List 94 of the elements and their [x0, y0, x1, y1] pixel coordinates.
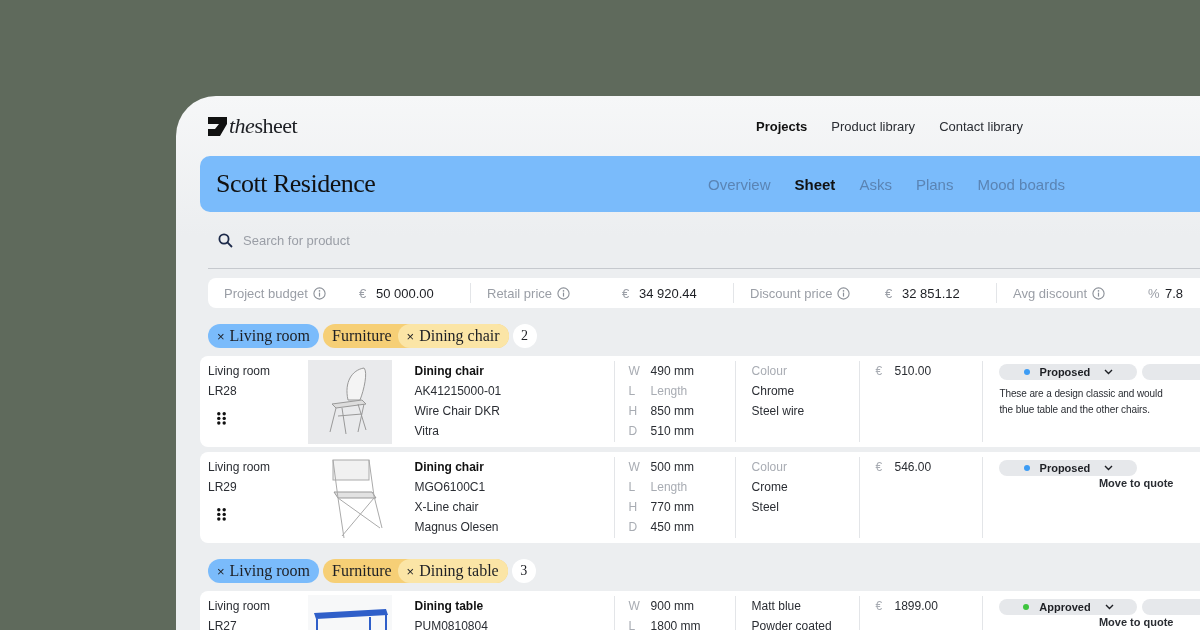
unit-symbol: % — [1148, 285, 1161, 301]
type-filter-chip[interactable]: × Dining chair — [397, 324, 509, 348]
info-icon[interactable] — [1092, 286, 1106, 300]
location-code: LR29 — [208, 479, 238, 496]
category-label: Furniture — [332, 562, 392, 580]
dimension-label: L — [628, 383, 637, 400]
note-text: These are a design classic and would the blue table and the other chairs. — [999, 387, 1164, 417]
chevron-icon — [1104, 604, 1114, 610]
product-brand: Magnus Olesen — [414, 519, 499, 536]
nav-link[interactable]: Contact library — [939, 118, 1023, 134]
price-value: 546.00 — [894, 459, 932, 476]
info-icon[interactable] — [312, 286, 326, 300]
status-dropdown[interactable]: Proposed — [999, 460, 1138, 476]
status-dropdown[interactable]: Proposed — [999, 364, 1138, 380]
product-brand: Vitra — [414, 423, 439, 440]
unit-symbol: € — [622, 285, 631, 301]
finish-text: Crome — [751, 479, 788, 496]
location-text: Living room — [208, 598, 272, 615]
dimension-value: 490 mm — [650, 363, 694, 380]
finish-text: Colour — [751, 363, 787, 380]
product-name: Dining table — [414, 598, 484, 615]
dimension-value: Length — [650, 383, 688, 400]
summary-value: 32 851.12 — [902, 285, 960, 301]
summary-value: 7.8 — [1165, 285, 1184, 301]
category-label: Furniture — [332, 327, 392, 345]
dimension-label: D — [628, 519, 639, 536]
dimension-label: L — [628, 479, 637, 496]
unit-symbol: € — [359, 285, 368, 301]
price-value: 510.00 — [894, 363, 932, 380]
move-to-quote-link[interactable]: Move to quote — [999, 616, 1174, 629]
finish-text: Matt blue — [751, 598, 801, 615]
count-badge: 3 — [511, 559, 536, 583]
info-icon[interactable] — [837, 286, 851, 300]
dimension-value: 450 mm — [650, 519, 694, 536]
summary-label: Project budget — [224, 285, 308, 301]
search-icon — [218, 232, 233, 248]
finish-text: Colour — [751, 459, 787, 476]
project-title: Scott Residence — [215, 169, 377, 199]
room-filter-chip[interactable]: × Living room — [208, 324, 320, 348]
search-field[interactable]: Search for product — [241, 231, 545, 249]
summary-label: Retail price — [487, 285, 553, 301]
finish-text: Steel — [751, 499, 779, 516]
product-name: Dining chair — [414, 363, 484, 380]
dimension-label: L — [628, 618, 637, 630]
nav-link[interactable]: Projects — [756, 118, 808, 134]
dimension-label: H — [628, 403, 639, 420]
drag-handle-icon[interactable] — [217, 508, 226, 521]
dimension-value: 850 mm — [650, 403, 694, 420]
nav-link[interactable]: Product library — [831, 118, 916, 134]
location-text: Living room — [208, 459, 272, 476]
location-code: LR27 — [208, 618, 238, 630]
dimension-label: W — [628, 459, 641, 476]
summary-label: Discount price — [750, 285, 833, 301]
product-sku: AK41215000-01 — [414, 383, 502, 400]
finish-text: Steel wire — [751, 403, 805, 420]
currency-symbol: € — [875, 363, 884, 380]
dimension-value: 770 mm — [650, 499, 694, 516]
project-tab[interactable]: Sheet — [794, 175, 836, 193]
product-sku: MGO6100C1 — [414, 479, 486, 496]
product-model: Wire Chair DKR — [414, 403, 500, 420]
summary-value: 34 920.44 — [639, 285, 697, 301]
logo-icon — [208, 116, 227, 136]
unit-symbol: € — [885, 285, 894, 301]
dimension-label: D — [628, 423, 639, 440]
dimension-value: Length — [650, 479, 688, 496]
logo-wordmark: thesheet — [229, 113, 298, 139]
move-to-quote-link[interactable]: Move to quote — [999, 477, 1174, 490]
product-sku: PUM0810804 — [414, 618, 488, 630]
dimension-label: W — [628, 363, 641, 380]
dimension-label: H — [628, 499, 639, 516]
count-badge: 2 — [512, 324, 537, 348]
summary-label: Avg discount — [1013, 285, 1088, 301]
dimension-value: 500 mm — [650, 459, 694, 476]
finish-text: Powder coated — [751, 618, 832, 630]
finish-text: Chrome — [751, 383, 795, 400]
drag-handle-icon[interactable] — [217, 412, 226, 425]
product-model: X-Line chair — [414, 499, 479, 516]
currency-symbol: € — [875, 598, 884, 615]
summary-value: 50 000.00 — [376, 285, 434, 301]
price-value: 1899.00 — [894, 598, 938, 615]
status-dropdown[interactable]: Approved — [999, 599, 1138, 615]
dimension-value: 510 mm — [650, 423, 694, 440]
chevron-icon — [1104, 465, 1114, 471]
product-name: Dining chair — [414, 459, 484, 476]
dimension-value: 900 mm — [650, 598, 694, 615]
chevron-icon — [1104, 369, 1114, 375]
info-icon[interactable] — [557, 286, 571, 300]
location-code: LR28 — [208, 383, 238, 400]
currency-symbol: € — [875, 459, 884, 476]
dimension-label: W — [628, 598, 641, 615]
dimension-value: 1800 mm — [650, 618, 701, 630]
location-text: Living room — [208, 363, 272, 380]
room-filter-chip[interactable]: × Living room — [208, 559, 320, 583]
type-filter-chip[interactable]: × Dining table — [397, 559, 508, 583]
